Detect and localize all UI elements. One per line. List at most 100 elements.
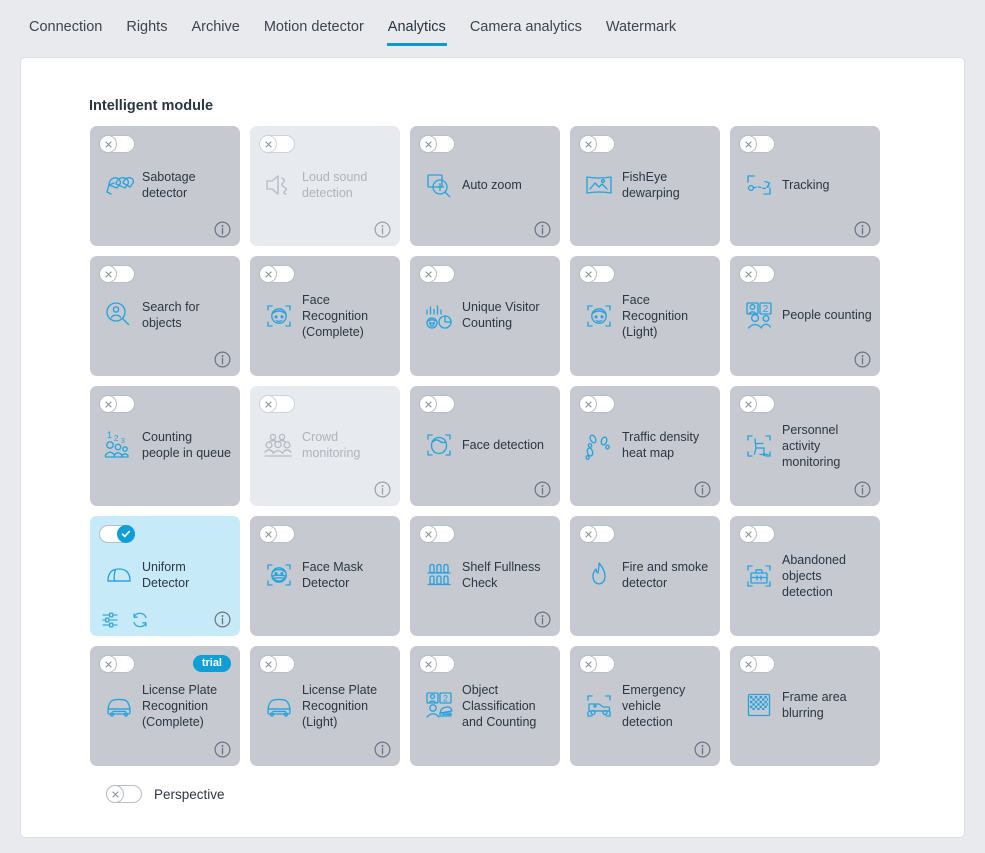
module-toggle-face-mask-detector[interactable] (259, 525, 295, 543)
module-toggle-sabotage-detector[interactable] (99, 135, 135, 153)
refresh-icon[interactable] (130, 610, 150, 630)
module-card-fire-and-smoke-detector[interactable]: Fire and smoke detector (570, 516, 720, 636)
people-counting-icon: 2 (740, 296, 778, 334)
module-label: Abandoned objects detection (782, 553, 846, 599)
tab-rights[interactable]: Rights (114, 18, 179, 46)
module-toggle-unique-visitor-counting[interactable] (419, 265, 455, 283)
module-body: Frame area blurring (730, 682, 880, 728)
module-body: 1 2 3 Counting people in queue (90, 422, 240, 468)
module-card-face-detection[interactable]: Face detection (410, 386, 560, 506)
tab-analytics[interactable]: Analytics (376, 18, 458, 46)
module-body: Auto zoom (410, 162, 560, 208)
module-label: Fire and smoke detector (622, 560, 709, 590)
module-toggle-counting-people-in-queue[interactable] (99, 395, 135, 413)
module-card-crowd-monitoring[interactable]: Crowd monitoring (250, 386, 400, 506)
info-icon[interactable] (374, 481, 391, 498)
module-card-counting-people-in-queue[interactable]: 1 2 3 Counting people in queue (90, 386, 240, 506)
module-toggle-license-plate-recognition-light[interactable] (259, 655, 295, 673)
module-actions (100, 610, 150, 630)
module-toggle-emergency-vehicle-detection[interactable] (579, 655, 615, 673)
module-toggle-crowd-monitoring[interactable] (259, 395, 295, 413)
module-toggle-people-counting[interactable] (739, 265, 775, 283)
module-card-loud-sound-detection[interactable]: Loud sound detection (250, 126, 400, 246)
info-icon[interactable] (214, 741, 231, 758)
module-toggle-fire-and-smoke-detector[interactable] (579, 525, 615, 543)
module-card-tracking[interactable]: Tracking (730, 126, 880, 246)
module-toggle-traffic-density-heat-map[interactable] (579, 395, 615, 413)
module-card-sabotage-detector[interactable]: Sabotage detector (90, 126, 240, 246)
module-toggle-auto-zoom[interactable] (419, 135, 455, 153)
toggle-knob (99, 265, 117, 283)
module-toggle-license-plate-recognition-complete[interactable] (99, 655, 135, 673)
module-label: Personnel activity monitoring (782, 423, 841, 469)
unique-visitor-counting-icon (420, 296, 458, 334)
module-toggle-uniform-detector[interactable] (99, 525, 135, 543)
module-card-face-mask-detector[interactable]: Face Mask Detector (250, 516, 400, 636)
tab-motion-detector[interactable]: Motion detector (252, 18, 376, 46)
module-card-auto-zoom[interactable]: Auto zoom (410, 126, 560, 246)
module-toggle-face-recognition-complete[interactable] (259, 265, 295, 283)
info-icon[interactable] (854, 481, 871, 498)
module-toggle-face-recognition-light[interactable] (579, 265, 615, 283)
info-icon[interactable] (694, 741, 711, 758)
tab-connection[interactable]: Connection (17, 18, 114, 46)
info-icon[interactable] (534, 221, 551, 238)
module-body: Uniform Detector (90, 552, 240, 598)
info-icon[interactable] (534, 481, 551, 498)
module-card-object-classification-and-counting[interactable]: 2 Object Classification and Counting (410, 646, 560, 766)
module-toggle-face-detection[interactable] (419, 395, 455, 413)
module-toggle-personnel-activity-monitoring[interactable] (739, 395, 775, 413)
module-toggle-shelf-fullness-check[interactable] (419, 525, 455, 543)
info-icon[interactable] (374, 741, 391, 758)
module-toggle-search-for-objects[interactable] (99, 265, 135, 283)
module-toggle-frame-area-blurring[interactable] (739, 655, 775, 673)
face-recognition-light-icon (580, 297, 618, 335)
module-label: Shelf Fullness Check (462, 560, 541, 590)
module-label: Auto zoom (462, 178, 522, 192)
module-card-unique-visitor-counting[interactable]: Unique Visitor Counting (410, 256, 560, 376)
module-toggle-fisheye-dewarping[interactable] (579, 135, 615, 153)
module-card-traffic-density-heat-map[interactable]: Traffic density heat map (570, 386, 720, 506)
tab-archive[interactable]: Archive (179, 18, 251, 46)
module-card-face-recognition-complete[interactable]: Face Recognition (Complete) (250, 256, 400, 376)
info-icon[interactable] (854, 221, 871, 238)
settings-sliders-icon[interactable] (100, 610, 120, 630)
module-label: Unique Visitor Counting (462, 300, 540, 330)
info-icon[interactable] (534, 611, 551, 628)
module-toggle-object-classification-and-counting[interactable] (419, 655, 455, 673)
info-icon[interactable] (214, 221, 231, 238)
toggle-knob (259, 525, 277, 543)
module-toggle-tracking[interactable] (739, 135, 775, 153)
module-card-frame-area-blurring[interactable]: Frame area blurring (730, 646, 880, 766)
module-card-license-plate-recognition-light[interactable]: License Plate Recognition (Light) (250, 646, 400, 766)
tab-watermark[interactable]: Watermark (594, 18, 688, 46)
perspective-toggle[interactable] (106, 785, 142, 803)
perspective-label: Perspective (154, 786, 225, 802)
toggle-knob (419, 655, 437, 673)
module-card-shelf-fullness-check[interactable]: Shelf Fullness Check (410, 516, 560, 636)
module-label: Traffic density heat map (622, 430, 700, 460)
toggle-knob (739, 395, 757, 413)
module-card-fisheye-dewarping[interactable]: FishEye dewarping (570, 126, 720, 246)
module-card-face-recognition-light[interactable]: Face Recognition (Light) (570, 256, 720, 376)
module-card-personnel-activity-monitoring[interactable]: Personnel activity monitoring (730, 386, 880, 506)
info-icon[interactable] (854, 351, 871, 368)
tab-camera-analytics[interactable]: Camera analytics (458, 18, 594, 46)
info-icon[interactable] (214, 351, 231, 368)
license-plate-recognition-light-icon (260, 687, 298, 725)
module-body: Search for objects (90, 292, 240, 338)
module-card-emergency-vehicle-detection[interactable]: Emergency vehicle detection (570, 646, 720, 766)
module-body: Abandoned objects detection (730, 552, 880, 600)
info-icon[interactable] (374, 221, 391, 238)
info-icon[interactable] (214, 611, 231, 628)
module-card-search-for-objects[interactable]: Search for objects (90, 256, 240, 376)
module-toggle-abandoned-objects-detection[interactable] (739, 525, 775, 543)
module-card-uniform-detector[interactable]: Uniform Detector (90, 516, 240, 636)
module-body: Face detection (410, 422, 560, 468)
sabotage-detector-icon (100, 166, 138, 204)
module-card-license-plate-recognition-complete[interactable]: trial License Plate Recognition (Complete… (90, 646, 240, 766)
module-card-abandoned-objects-detection[interactable]: Abandoned objects detection (730, 516, 880, 636)
info-icon[interactable] (694, 481, 711, 498)
module-card-people-counting[interactable]: 2 People counting (730, 256, 880, 376)
module-toggle-loud-sound-detection[interactable] (259, 135, 295, 153)
